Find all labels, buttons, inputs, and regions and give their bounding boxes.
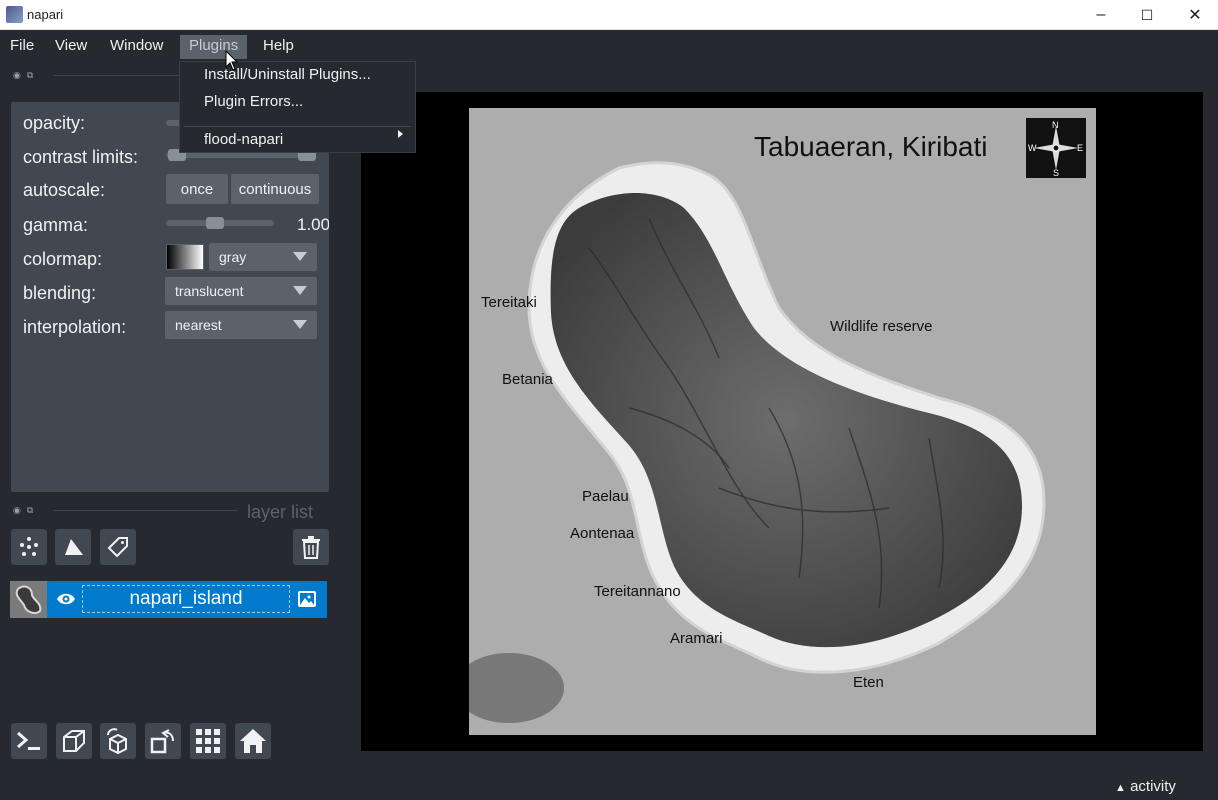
close-button[interactable]: ✕ <box>1172 0 1218 30</box>
interpolation-dropdown[interactable]: nearest <box>165 311 317 339</box>
interpolation-value: nearest <box>175 317 222 333</box>
menu-window[interactable]: Window <box>101 35 172 59</box>
compass-n: N <box>1052 120 1059 130</box>
trash-icon <box>302 536 320 559</box>
compass-e: E <box>1077 143 1083 153</box>
layer-thumbnail <box>10 581 47 618</box>
menu-view[interactable]: View <box>46 35 96 59</box>
minimize-button[interactable]: – <box>1078 0 1124 30</box>
close-panel-icon[interactable]: ⧉ <box>27 505 33 516</box>
place-label: Tereitaki <box>481 294 537 311</box>
console-button[interactable] <box>11 723 47 759</box>
title-bar: napari – ☐ ✕ <box>0 0 1218 30</box>
contrast-limits-label: contrast limits: <box>23 147 139 167</box>
place-label: Tereitannano <box>594 583 681 600</box>
chevron-down-icon <box>293 252 307 261</box>
home-button[interactable] <box>235 723 271 759</box>
delete-layer-button[interactable] <box>293 529 329 565</box>
interpolation-label: interpolation: <box>23 317 127 337</box>
close-panel-icon[interactable]: ⧉ <box>27 70 33 81</box>
caret-up-icon: ▲ <box>1115 782 1126 794</box>
opacity-label: opacity: <box>23 113 86 133</box>
menu-item-plugin-errors[interactable]: Plugin Errors... <box>204 93 303 110</box>
autoscale-continuous-button[interactable]: continuous <box>231 174 319 204</box>
colormap-label: colormap: <box>23 249 103 269</box>
blending-label: blending: <box>23 283 97 303</box>
submenu-arrow-icon <box>398 130 403 138</box>
mouse-cursor-icon <box>225 50 239 71</box>
gamma-label: gamma: <box>23 215 89 235</box>
layer-list-title: layer list <box>247 502 314 522</box>
menu-separator <box>184 126 411 127</box>
place-label: Aramari <box>670 630 723 647</box>
window-title: napari <box>27 7 64 22</box>
menu-help[interactable]: Help <box>254 35 303 59</box>
new-shapes-layer-button[interactable] <box>55 529 91 565</box>
chevron-down-icon <box>293 286 307 295</box>
layer-controls-panel: opacity: contrast limits: autoscale: onc… <box>11 102 329 492</box>
menu-bar: File View Window Plugins Help <box>0 30 1218 61</box>
layer-name: napari_island <box>129 588 243 609</box>
place-label: Wildlife reserve <box>830 318 933 335</box>
layer-list-handle[interactable]: ◉ ⧉ <box>13 505 39 515</box>
plugins-dropdown-menu: Install/Uninstall Plugins... Plugin Erro… <box>179 61 416 153</box>
gamma-value: 1.00 <box>297 215 329 234</box>
eye-visibility-icon[interactable] <box>56 589 76 609</box>
autoscale-label: autoscale: <box>23 180 106 200</box>
blending-dropdown[interactable]: translucent <box>165 277 317 305</box>
map-image[interactable]: Tabuaeran, Kiribati N S W E Tereitaki Be… <box>469 108 1096 735</box>
activity-toggle[interactable]: ▲ activity <box>1115 778 1176 795</box>
float-icon[interactable]: ◉ <box>13 505 21 516</box>
ndisplay-button[interactable] <box>56 723 92 759</box>
compass-s: S <box>1053 168 1059 178</box>
place-label: Betania <box>502 371 554 388</box>
home-icon <box>240 729 266 753</box>
roll-icon <box>107 728 127 755</box>
blending-value: translucent <box>175 283 244 299</box>
napari-logo-icon <box>6 6 23 23</box>
map-title: Tabuaeran, Kiribati <box>754 131 987 162</box>
layer-name-field[interactable]: napari_island <box>82 585 290 613</box>
menu-file[interactable]: File <box>1 35 43 59</box>
maximize-button[interactable]: ☐ <box>1124 0 1170 30</box>
handle-line[interactable] <box>53 510 238 511</box>
points-icon <box>20 537 38 556</box>
layer-controls-handle[interactable]: ◉ ⧉ <box>13 70 39 80</box>
colormap-preview <box>166 244 204 270</box>
autoscale-once-button[interactable]: once <box>166 174 228 204</box>
gamma-slider-handle[interactable] <box>206 217 224 229</box>
compass-w: W <box>1028 143 1037 153</box>
place-label: Paelau <box>582 488 629 505</box>
place-label: Eten <box>853 674 884 691</box>
layer-item[interactable]: napari_island <box>10 581 327 618</box>
menu-item-flood-napari[interactable]: flood-napari <box>204 131 283 148</box>
colormap-value: gray <box>219 249 247 265</box>
new-labels-layer-button[interactable] <box>100 529 136 565</box>
transpose-icon <box>150 729 174 754</box>
float-icon[interactable]: ◉ <box>13 70 21 81</box>
labels-icon <box>107 537 128 558</box>
shapes-icon <box>65 539 83 555</box>
grid-view-button[interactable] <box>190 723 226 759</box>
viewer-canvas[interactable]: Tabuaeran, Kiribati N S W E Tereitaki Be… <box>361 92 1203 751</box>
handle-line[interactable] <box>53 75 179 76</box>
colormap-dropdown[interactable]: gray <box>209 243 317 271</box>
console-icon <box>17 731 40 750</box>
ndisplay-icon <box>63 730 85 752</box>
place-label: Aontenaa <box>570 525 635 542</box>
activity-label: activity <box>1130 778 1176 795</box>
image-layer-icon <box>298 591 316 607</box>
roll-dimensions-button[interactable] <box>100 723 136 759</box>
compass-rose-icon: N S W E <box>1026 118 1086 178</box>
chevron-down-icon <box>293 320 307 329</box>
new-points-layer-button[interactable] <box>11 529 47 565</box>
transpose-dimensions-button[interactable] <box>145 723 181 759</box>
grid-icon <box>196 729 220 753</box>
